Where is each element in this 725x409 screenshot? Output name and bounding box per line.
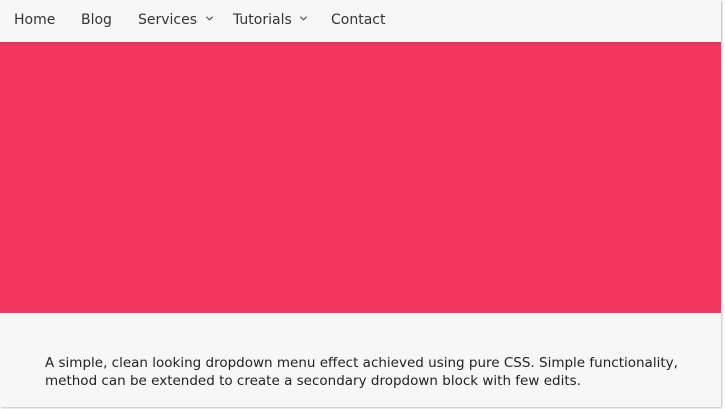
hero-banner xyxy=(0,42,721,313)
nav-item-contact[interactable]: Contact xyxy=(331,0,385,42)
navbar: Home Blog Services Tutorials Contact xyxy=(0,0,721,42)
nav-item-services[interactable]: Services xyxy=(138,0,214,42)
description-text: A simple, clean looking dropdown menu ef… xyxy=(45,354,678,389)
page: Home Blog Services Tutorials Contact A s… xyxy=(0,0,721,407)
nav-item-tutorials[interactable]: Tutorials xyxy=(233,0,308,42)
nav-item-blog[interactable]: Blog xyxy=(81,0,112,42)
chevron-down-icon xyxy=(300,15,308,21)
nav-item-label: Contact xyxy=(331,12,386,28)
nav-item-label: Home xyxy=(14,12,56,28)
chevron-down-icon xyxy=(205,15,213,21)
nav-item-label: Services xyxy=(138,12,198,28)
nav-item-label: Tutorials xyxy=(233,12,292,28)
nav-item-label: Blog xyxy=(81,12,112,28)
nav-item-home[interactable]: Home xyxy=(14,0,55,42)
